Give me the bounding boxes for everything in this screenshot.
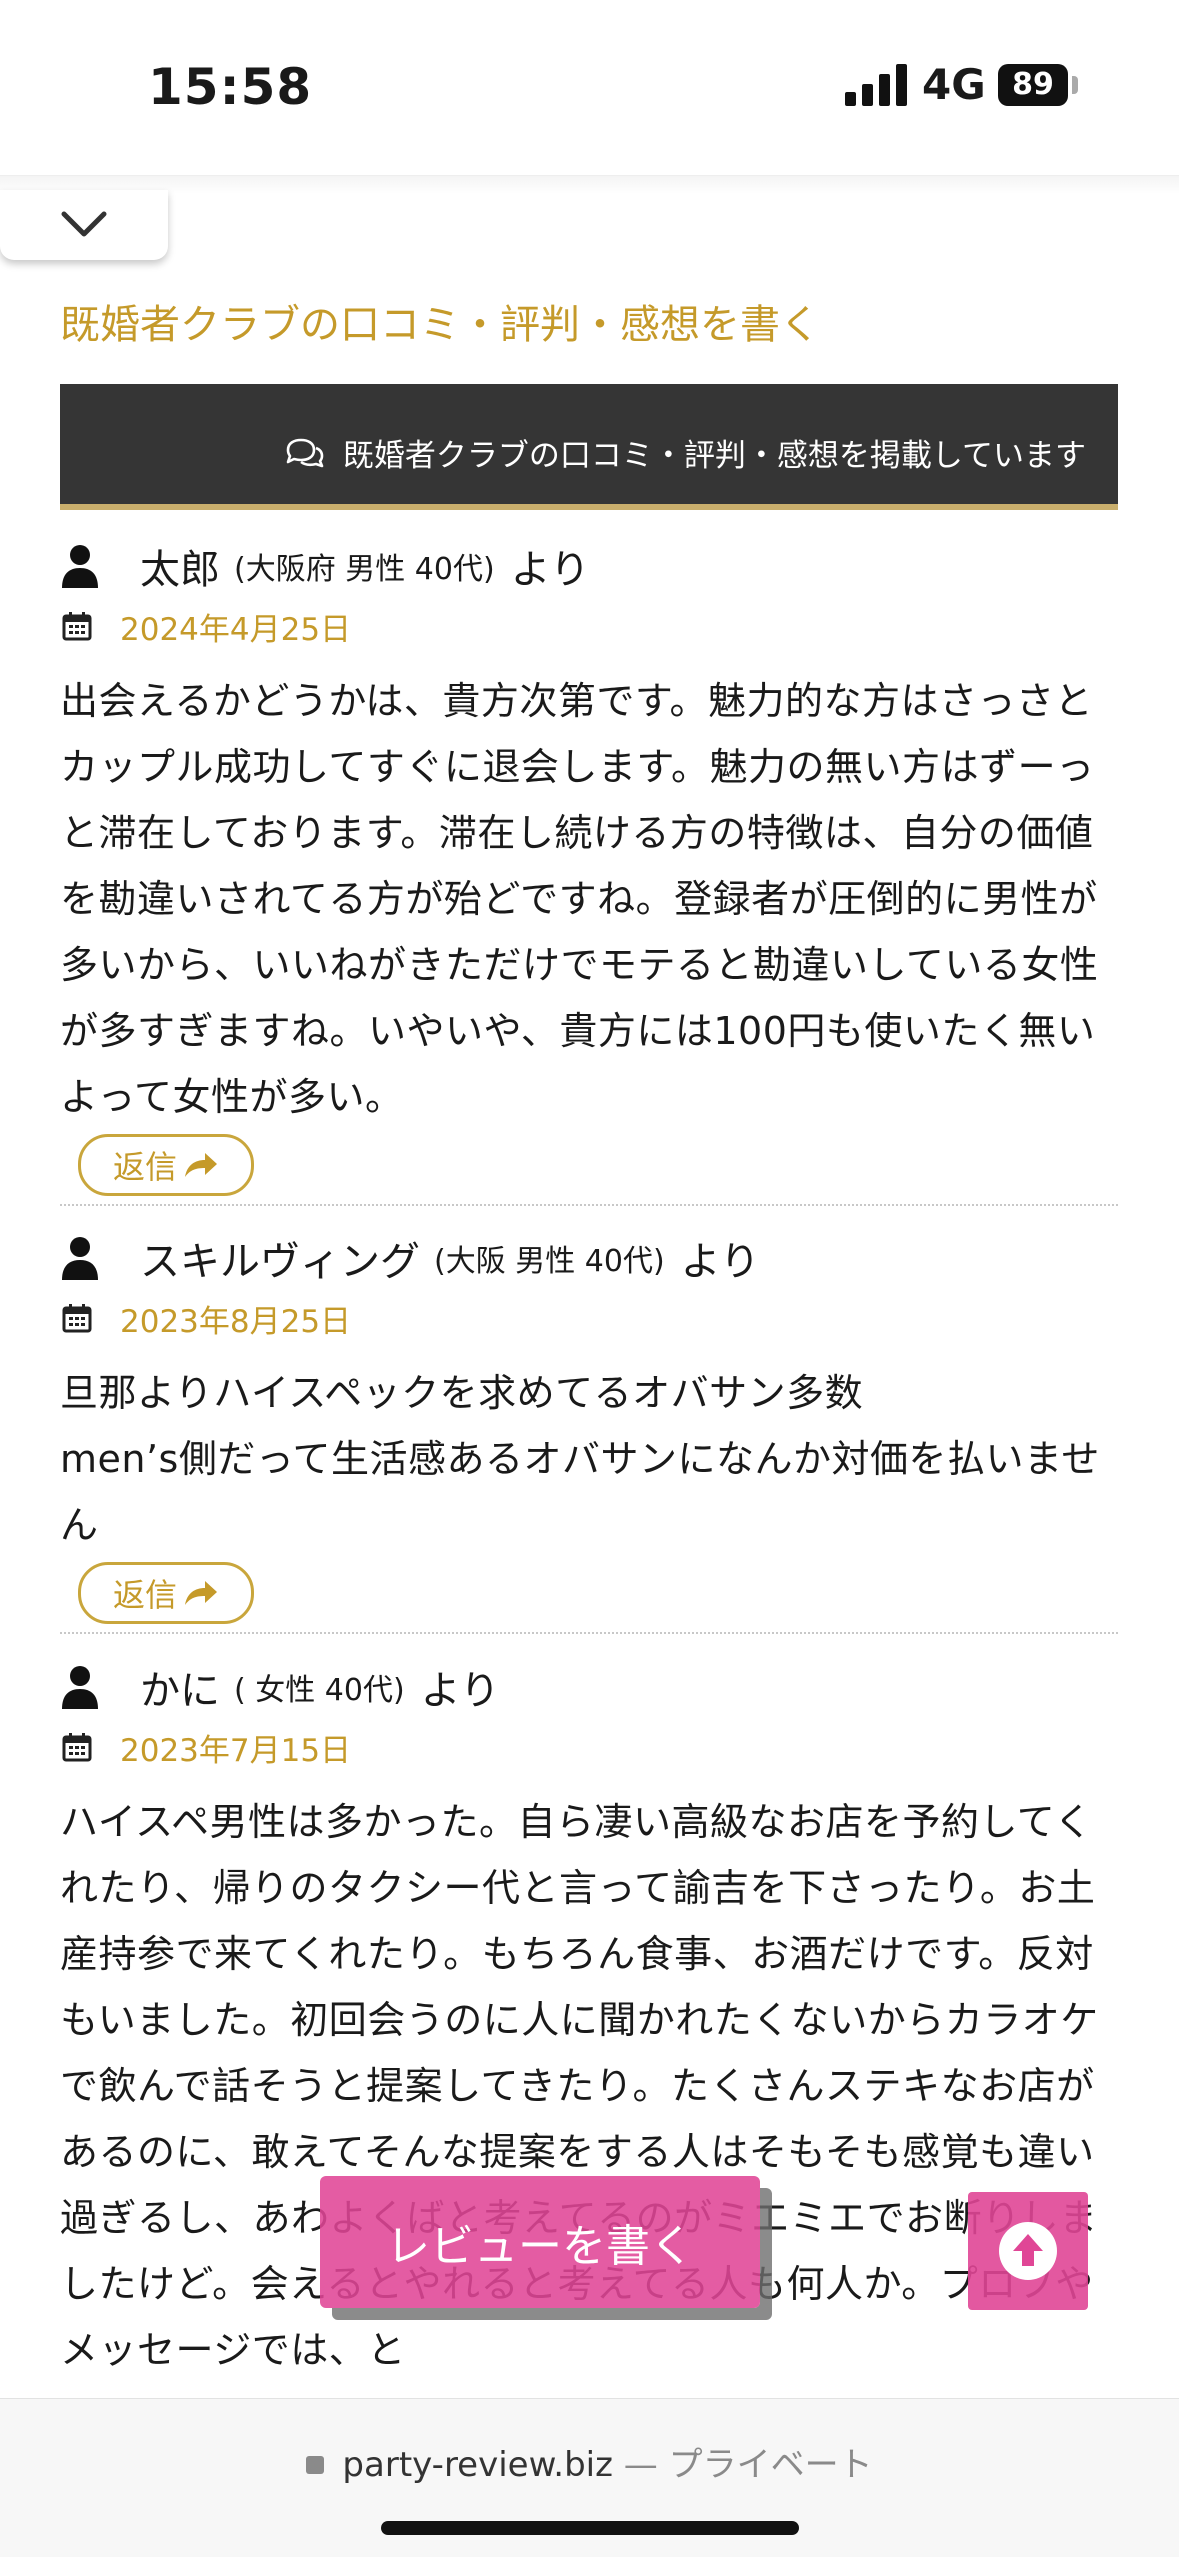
browser-address-bar[interactable]: party-review.biz — プライベート [0, 2398, 1179, 2557]
from-label: より [680, 1239, 760, 1285]
reply-button[interactable]: 返信 [78, 1134, 255, 1196]
collapse-toggle-button[interactable] [0, 190, 168, 260]
reply-label: 返信 [113, 1148, 178, 1186]
reviewer-meta: (大阪 男性 40代) [434, 1244, 665, 1279]
review-date: 2023年7月15日 [120, 1732, 352, 1769]
reply-label: 返信 [113, 1576, 178, 1614]
review-item: スキルヴィング (大阪 男性 40代) より 2023年8月25日 旦那よりハイ… [60, 1228, 1118, 1634]
scroll-to-top-button[interactable] [968, 2192, 1088, 2310]
private-mode-label: プライベート [668, 2445, 873, 2485]
calendar-icon [62, 1304, 92, 1333]
arrow-up-circle-icon [999, 2222, 1057, 2280]
user-icon [62, 1237, 98, 1280]
from-label: より [420, 1668, 500, 1714]
status-time: 15:58 [148, 58, 313, 116]
write-review-button[interactable]: レビューを書く [320, 2176, 760, 2308]
reviewer-meta: (大阪府 男性 40代) [234, 552, 495, 587]
user-icon [62, 545, 98, 588]
from-label: より [510, 547, 590, 593]
reviewer-name: スキルヴィング [140, 1239, 420, 1285]
battery-tip [1072, 76, 1078, 94]
chevron-down-icon [61, 211, 107, 237]
header-strip [0, 175, 1179, 194]
status-bar: 15:58 4G 89 [0, 0, 1179, 175]
reviewer-meta: ( 女性 40代) [234, 1673, 405, 1708]
banner-text: 既婚者クラブの口コミ・評判・感想を掲載しています [342, 438, 1086, 474]
battery-icon: 89 [998, 64, 1068, 106]
write-review-heading-link[interactable]: 既婚者クラブの口コミ・評判・感想を書く [60, 292, 820, 350]
cellular-signal-icon [845, 64, 907, 106]
reply-arrow-icon [185, 1581, 218, 1605]
review-divider [60, 1204, 1118, 1206]
url-separator: — [623, 2445, 658, 2485]
reviewer-name: 太郎 [140, 547, 220, 593]
chat-bubbles-icon [286, 438, 324, 467]
user-icon [62, 1666, 98, 1709]
review-body: 出会えるかどうかは、貴方次第です。魅力的な方はさっさとカップル成功してすぐに退会… [60, 679, 1099, 1119]
lock-icon [306, 2456, 325, 2474]
calendar-icon [62, 1733, 92, 1762]
review-divider [60, 1632, 1118, 1634]
review-date: 2023年8月25日 [120, 1303, 352, 1340]
url-domain: party-review.biz [342, 2445, 613, 2485]
reviewer-name: かに [140, 1668, 220, 1714]
battery-level: 89 [1012, 67, 1054, 102]
reviews-banner: 既婚者クラブの口コミ・評判・感想を掲載しています [60, 384, 1118, 510]
review-item: 太郎 (大阪府 男性 40代) より 2024年4月25日 出会えるかどうかは、… [60, 536, 1118, 1206]
reply-button[interactable]: 返信 [78, 1562, 255, 1624]
review-date: 2024年4月25日 [120, 611, 352, 648]
reply-arrow-icon [185, 1153, 218, 1177]
write-review-label: レビューを書く [386, 2221, 694, 2272]
home-indicator[interactable] [381, 2521, 799, 2535]
network-type: 4G [922, 60, 986, 109]
calendar-icon [62, 612, 92, 641]
review-body: 旦那よりハイスペックを求めてるオバサン多数 men’s側だって生活感あるオバサン… [60, 1371, 1100, 1547]
